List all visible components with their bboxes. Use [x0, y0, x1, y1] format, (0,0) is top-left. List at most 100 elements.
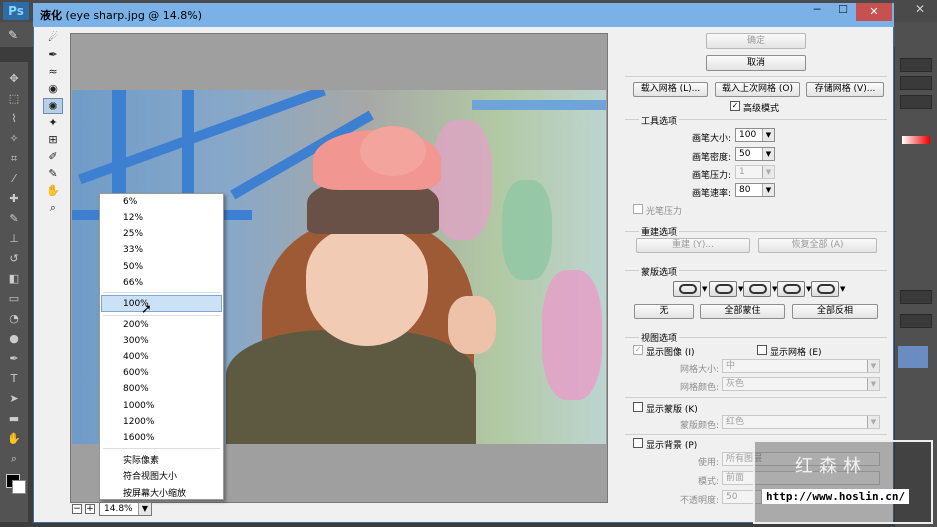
blur-tool-icon[interactable]: ◔	[6, 312, 22, 326]
mask-replace-button[interactable]	[673, 281, 701, 297]
mask-all-button[interactable]: 全部蒙住	[700, 304, 785, 319]
zoom-option[interactable]: 1200%	[123, 417, 154, 427]
reconstruct-button[interactable]: 重建 (Y)...	[636, 238, 750, 253]
zoom-option[interactable]: 1000%	[123, 401, 154, 411]
load-last-mesh-button[interactable]: 载入上次网格 (O)	[715, 82, 800, 97]
ps-panel-tab[interactable]	[900, 95, 932, 109]
freeze-mask-tool-icon[interactable]: ✐	[43, 149, 63, 165]
load-mesh-button[interactable]: 载入网格 (L)...	[633, 82, 708, 97]
mask-color-select[interactable]: 红色	[722, 415, 880, 429]
zoom-actual-pixels[interactable]: 实际像素	[123, 453, 159, 466]
zoom-option[interactable]: 400%	[123, 352, 149, 362]
reconstruct-tool-icon[interactable]: ✒	[43, 47, 63, 63]
marquee-tool-icon[interactable]: ⬚	[6, 92, 22, 106]
zoom-fit-screen[interactable]: 按屏幕大小缩放	[123, 486, 186, 499]
shape-tool-icon[interactable]: ▬	[6, 412, 22, 426]
advanced-mode-checkbox[interactable]: ✓	[730, 101, 740, 111]
smooth-tool-icon[interactable]: ≈	[43, 64, 63, 80]
eraser-tool-icon[interactable]: ◧	[6, 272, 22, 286]
zoom-in-button[interactable]: +	[85, 504, 95, 514]
ok-button[interactable]: 确定	[706, 33, 806, 49]
crop-tool-icon[interactable]: ⌗	[6, 152, 22, 166]
ps-panel-tab[interactable]	[900, 58, 932, 72]
chevron-down-icon[interactable]: ▼	[762, 148, 774, 160]
ps-panel-tab[interactable]	[900, 290, 932, 304]
show-backdrop-checkbox[interactable]	[633, 438, 643, 448]
save-mesh-button[interactable]: 存储网格 (V)...	[806, 82, 884, 97]
chevron-down-icon[interactable]: ▼	[867, 360, 879, 372]
ps-panel-tab[interactable]	[900, 314, 932, 328]
forward-warp-tool-icon[interactable]: ☄	[43, 30, 63, 46]
history-brush-icon[interactable]: ↺	[6, 252, 22, 266]
chevron-down-icon[interactable]: ▼	[762, 166, 774, 178]
ps-close-icon[interactable]: ✕	[908, 2, 932, 18]
ps-panel-tab[interactable]	[900, 76, 932, 90]
zoom-option[interactable]: 33%	[123, 245, 143, 255]
minimize-icon[interactable]: ─	[804, 3, 830, 21]
mesh-size-label: 网格大小:	[680, 365, 720, 375]
pen-tool-icon[interactable]: ✒	[6, 352, 22, 366]
mask-invert-button[interactable]	[811, 281, 839, 297]
stylus-pressure-checkbox[interactable]	[633, 204, 643, 214]
chevron-down-icon[interactable]: ▼	[702, 285, 707, 293]
cancel-button[interactable]: 取消	[706, 55, 806, 71]
hand	[448, 296, 496, 354]
gradient-tool-icon[interactable]: ▭	[6, 292, 22, 306]
zoom-out-button[interactable]: −	[72, 504, 82, 514]
mask-subtract-button[interactable]	[743, 281, 771, 297]
bloat-tool-icon[interactable]: ✦	[43, 115, 63, 131]
dodge-tool-icon[interactable]: ●	[6, 332, 22, 346]
restore-all-button[interactable]: 恢复全部 (A)	[758, 238, 877, 253]
push-left-tool-icon[interactable]: ⊞	[43, 132, 63, 148]
mask-add-button[interactable]	[709, 281, 737, 297]
mask-none-button[interactable]: 无	[634, 304, 694, 319]
color-ramp[interactable]	[902, 136, 930, 144]
mesh-color-label: 网格颜色:	[680, 383, 720, 393]
chevron-down-icon[interactable]: ▼	[762, 129, 774, 141]
lasso-tool-icon[interactable]: ⌇	[6, 112, 22, 126]
mesh-size-select[interactable]: 中	[722, 359, 880, 373]
move-tool-icon[interactable]: ✥	[6, 72, 22, 86]
hand-tool-icon[interactable]: ✋	[43, 183, 63, 199]
zoom-tool-icon[interactable]: ⌕	[43, 200, 63, 216]
zoom-option[interactable]: 200%	[123, 320, 149, 330]
show-image-checkbox[interactable]: ✓	[633, 345, 643, 355]
zoom-option[interactable]: 6%	[123, 197, 137, 207]
show-mask-checkbox[interactable]	[633, 402, 643, 412]
show-mesh-checkbox[interactable]	[757, 345, 767, 355]
healing-brush-icon[interactable]: ✚	[6, 192, 22, 206]
zoom-option[interactable]: 300%	[123, 336, 149, 346]
brush-tool-icon[interactable]: ✎	[6, 212, 22, 226]
mask-intersect-button[interactable]	[777, 281, 805, 297]
zoom-option[interactable]: 25%	[123, 229, 143, 239]
chevron-down-icon[interactable]: ▼	[138, 503, 151, 515]
zoom-tool-icon[interactable]: ⌕	[6, 452, 22, 466]
chevron-down-icon[interactable]: ▼	[867, 416, 879, 428]
chevron-down-icon[interactable]: ▼	[840, 285, 845, 293]
zoom-fit-view[interactable]: 符合视图大小	[123, 469, 177, 482]
zoom-option[interactable]: 66%	[123, 278, 143, 288]
brush-preset-icon[interactable]: ✎	[8, 28, 26, 44]
path-select-icon[interactable]: ➤	[6, 392, 22, 406]
type-tool-icon[interactable]: T	[6, 372, 22, 386]
thaw-mask-tool-icon[interactable]: ✎	[43, 166, 63, 182]
pucker-tool-icon[interactable]: ✺	[43, 98, 63, 114]
zoom-option[interactable]: 50%	[123, 262, 143, 272]
maximize-icon[interactable]: ☐	[830, 3, 856, 21]
chevron-down-icon[interactable]: ▼	[867, 378, 879, 390]
chevron-down-icon[interactable]: ▼	[762, 184, 774, 196]
eyedropper-icon[interactable]: ⁄	[6, 172, 22, 186]
layer-thumbnail[interactable]	[898, 346, 928, 368]
twirl-clockwise-tool-icon[interactable]: ◉	[43, 81, 63, 97]
zoom-option[interactable]: 1600%	[123, 433, 154, 443]
invert-all-button[interactable]: 全部反相	[792, 304, 878, 319]
mesh-color-select[interactable]: 灰色	[722, 377, 880, 391]
close-icon[interactable]: ✕	[856, 3, 892, 21]
quick-select-icon[interactable]: ✧	[6, 132, 22, 146]
background-color-swatch[interactable]	[12, 480, 26, 494]
hand-tool-icon[interactable]: ✋	[6, 432, 22, 446]
stamp-tool-icon[interactable]: ⊥	[6, 232, 22, 246]
zoom-option[interactable]: 12%	[123, 213, 143, 223]
zoom-option[interactable]: 800%	[123, 384, 149, 394]
zoom-option[interactable]: 600%	[123, 368, 149, 378]
